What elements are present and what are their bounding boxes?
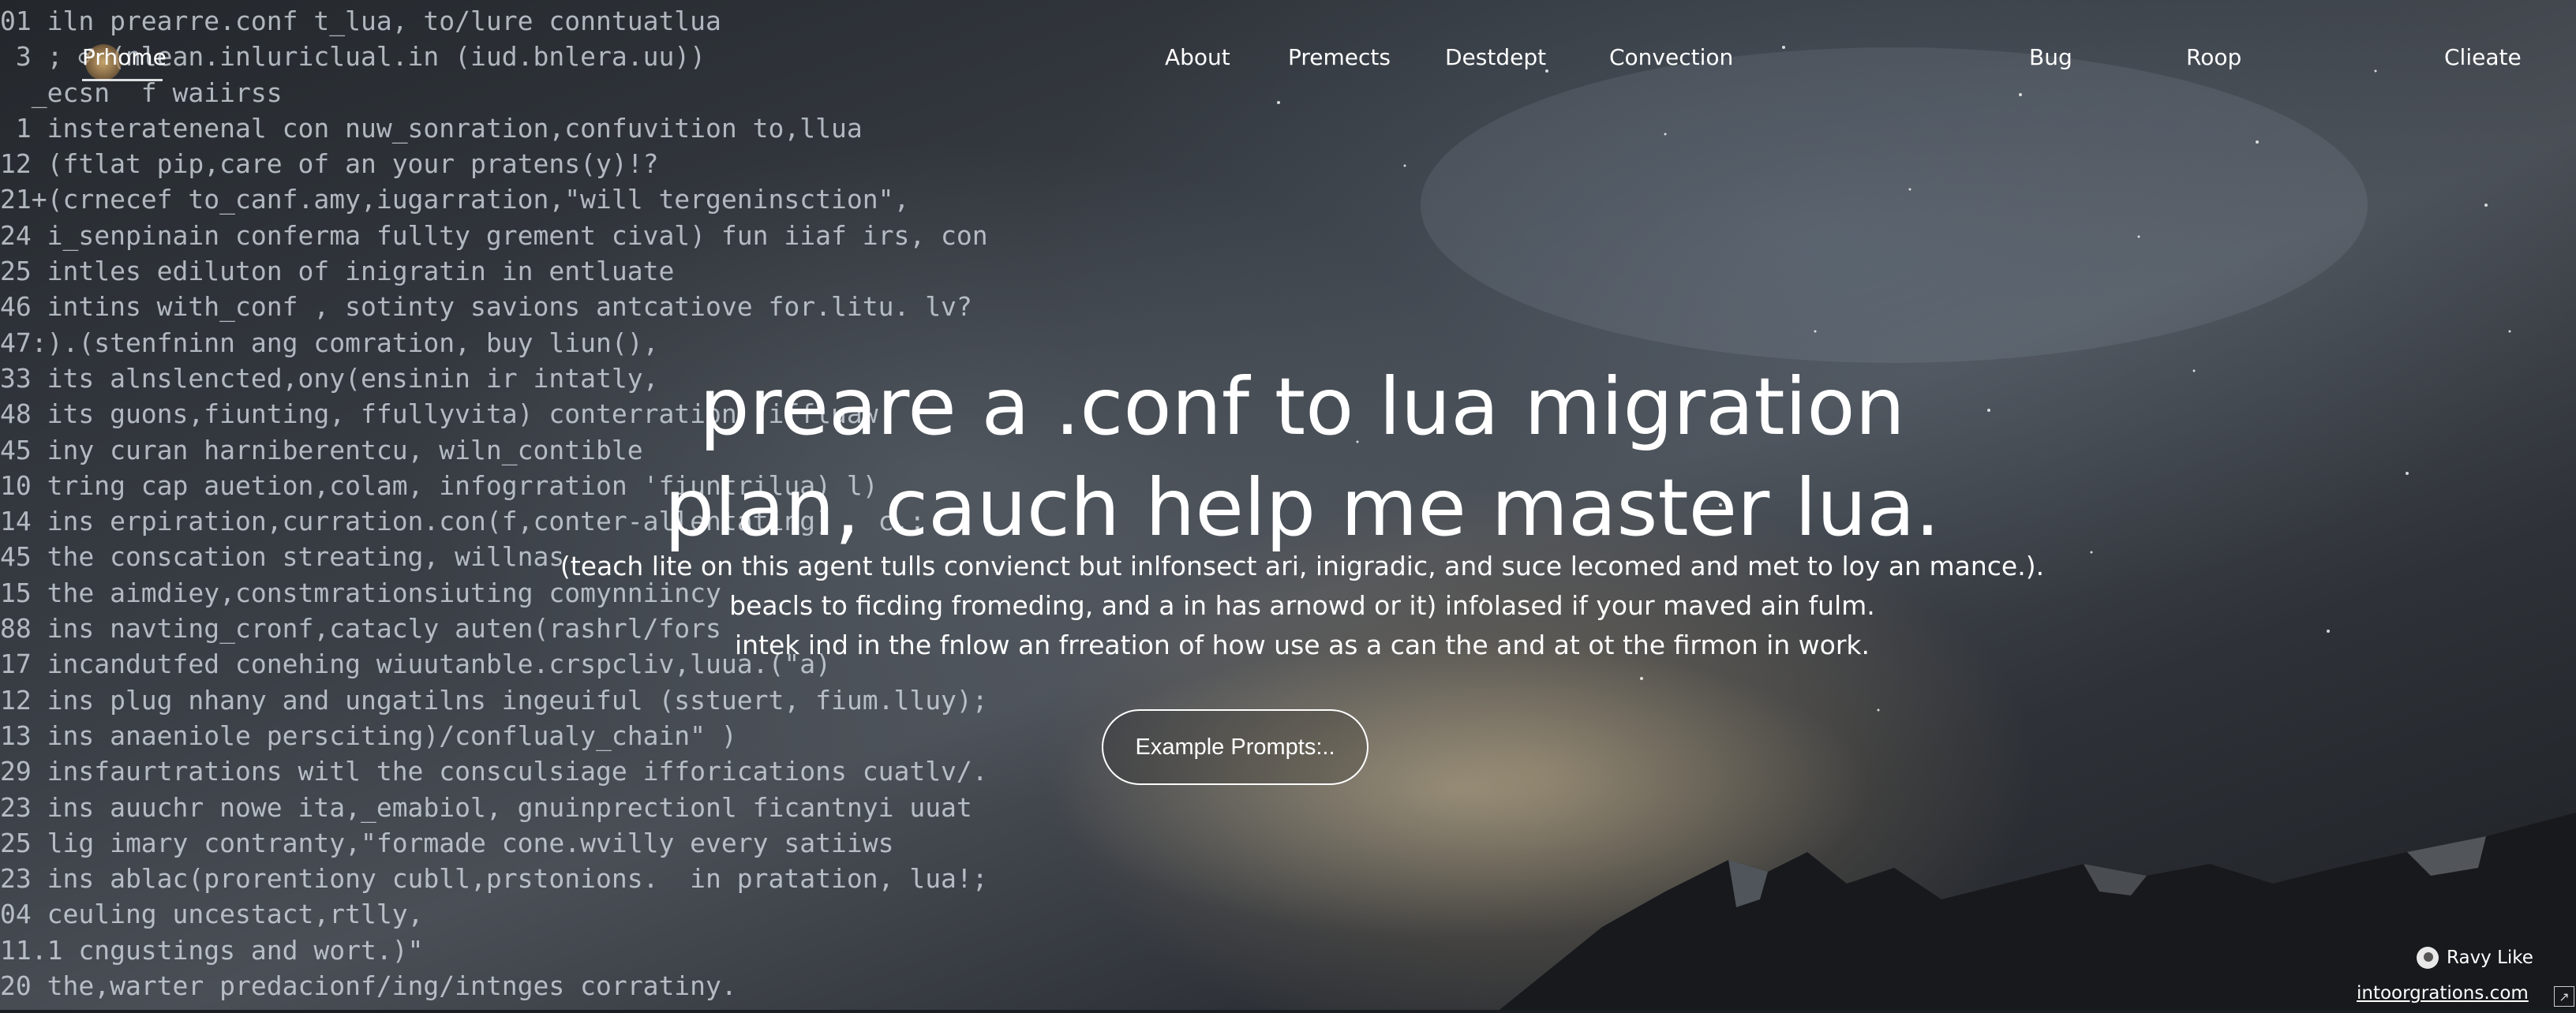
code-line: 29 insfaurtrations witl the consculsiage… [0, 756, 988, 787]
nav-item-home[interactable]: Prhome [82, 44, 167, 70]
nav-item-destdept[interactable]: Destdept [1445, 44, 1546, 70]
code-line: 23 ins auuchr nowe ita,_emabiol, gnuinpr… [0, 791, 972, 823]
code-line: 21+(crnecef to_canf.amy,iugarration,"wil… [0, 184, 910, 215]
hero-description-line1: (teach lite on this agent tulls convienc… [560, 551, 2045, 581]
badge-logo-icon [2417, 947, 2439, 969]
nav-item-about[interactable]: About [1165, 44, 1230, 70]
external-link-icon[interactable]: ↗ [2554, 986, 2574, 1007]
code-line: 13 ins anaeniole persciting)/conflualy_c… [0, 720, 737, 751]
code-line: 12 (ftlat pip,care of an your pratens(y)… [0, 148, 659, 180]
footer-site-link[interactable]: intoorgrations.com [2357, 983, 2529, 1004]
ravy-like-badge[interactable]: Ravy Like [2417, 944, 2533, 972]
code-line: 25 intles ediluton of inigratin in entlu… [0, 256, 675, 287]
code-line: 04 ceuling uncestact,rtlly, [0, 899, 424, 930]
nav-item-convection[interactable]: Convection [1609, 44, 1733, 70]
code-line: 11.1 cngustings and wort.)" [0, 934, 424, 966]
code-line: 46 intins with_conf , sotinty savions an… [0, 291, 972, 323]
nav-item-bug[interactable]: Bug [2029, 44, 2072, 70]
code-line: 12 ins plug nhany and ungatilns ingeuifu… [0, 684, 988, 716]
code-line: 20 the,warter predacionf/ing/intnges cor… [0, 970, 737, 1002]
active-nav-underline [82, 79, 163, 81]
top-navigation: Prhome About Premects Destdept Convectio… [0, 0, 2576, 118]
hero-description: (teach lite on this agent tulls convienc… [505, 547, 2099, 665]
code-line: 23 ins ablac(prorentiony cubll,prstonion… [0, 863, 988, 895]
code-line: 25 lig imary contranty,"formade cone.wvi… [0, 827, 894, 858]
hero-headline: preare a .conf to lua migration plan, ca… [600, 357, 2005, 559]
code-line: 24 i_senpinain conferma fullty grement c… [0, 219, 988, 251]
example-prompts-button[interactable]: Example Prompts:.. [1102, 709, 1368, 785]
hero-description-line2: beacls to ficding fromeding, and a in ha… [729, 590, 1875, 621]
code-line: 47:).(stenfninn ang comration, buy liun(… [0, 327, 659, 358]
badge-label: Ravy Like [2447, 948, 2533, 968]
nav-item-premects[interactable]: Premects [1288, 44, 1391, 70]
hero-headline-line2: plan, cauch help me master lua. [664, 462, 1941, 554]
hero-description-line3: intek ind in the fnlow an frreation of h… [734, 630, 1870, 660]
hero-headline-line1: preare a .conf to lua migration [699, 361, 1905, 453]
nav-item-clieate[interactable]: Clieate [2444, 44, 2522, 70]
nav-item-roop[interactable]: Roop [2186, 44, 2241, 70]
